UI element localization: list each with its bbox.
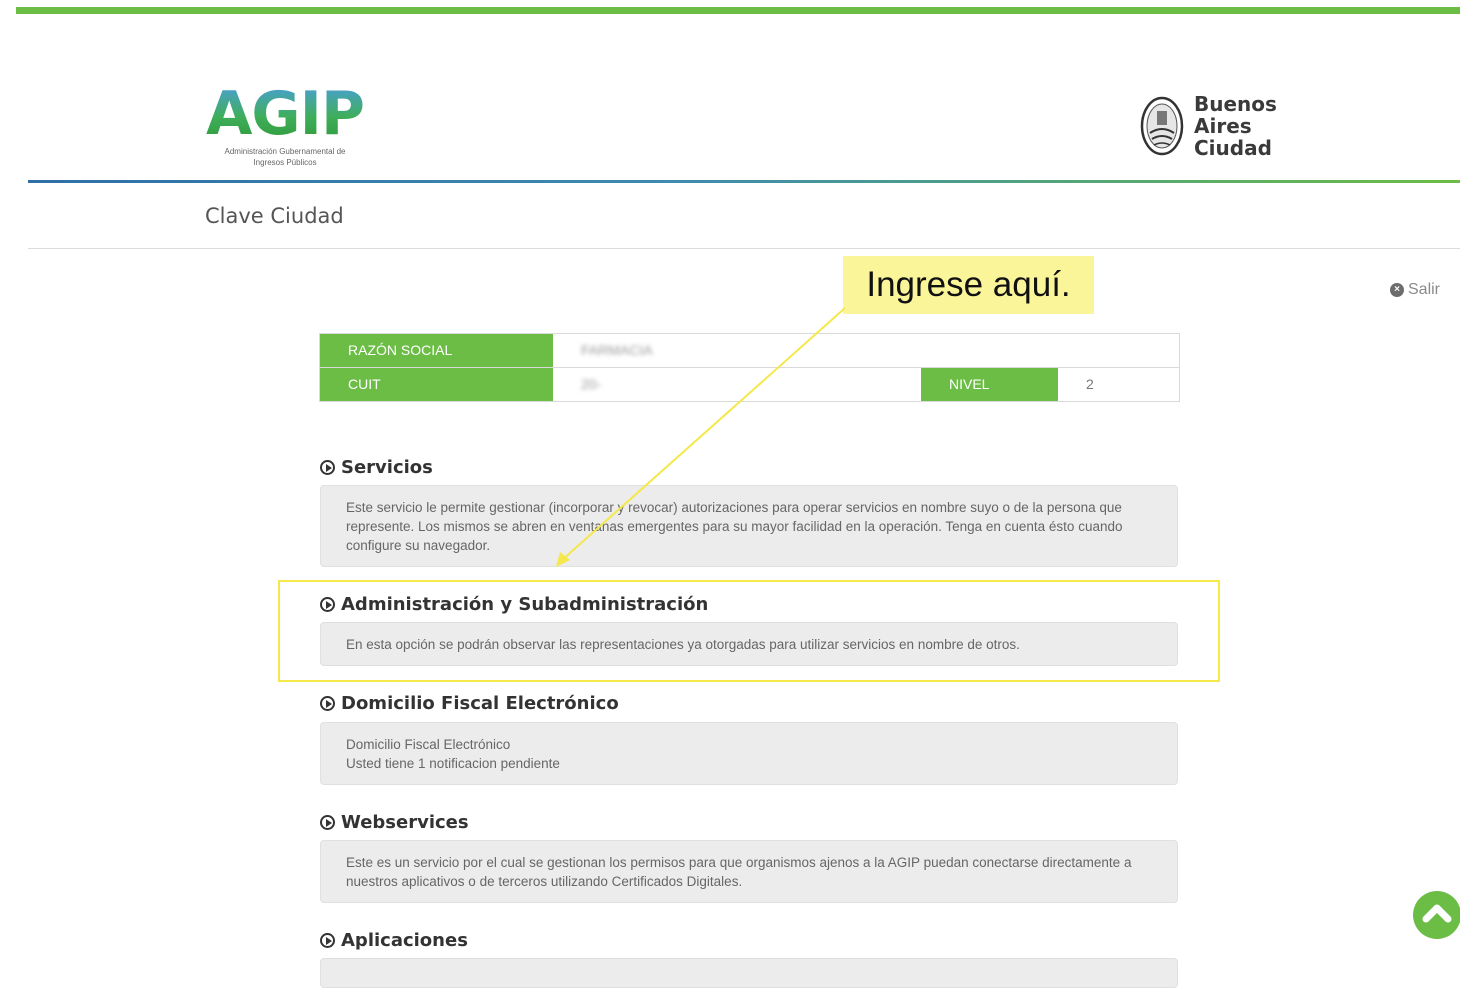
- logout-label: Salir: [1408, 281, 1441, 298]
- title-divider: [28, 248, 1460, 249]
- nivel-label: NIVEL: [921, 368, 1058, 401]
- highlight-box-annotation: [278, 580, 1220, 682]
- section-title: Servicios: [341, 457, 433, 478]
- domicilio-line-1: Domicilio Fiscal Electrónico: [346, 737, 511, 752]
- ba-logo-line-2: Aires: [1194, 114, 1252, 138]
- logout-link[interactable]: × Salir: [1390, 281, 1440, 299]
- scroll-to-top-button[interactable]: [1413, 891, 1460, 939]
- nivel-value: 2: [1086, 376, 1094, 392]
- section-title: Aplicaciones: [341, 930, 468, 951]
- section-domicilio-heading[interactable]: Domicilio Fiscal Electrónico: [320, 693, 619, 714]
- cuit-label: CUIT: [320, 368, 553, 401]
- ba-logo-line-3: Ciudad: [1194, 136, 1272, 160]
- section-servicios-heading[interactable]: Servicios: [320, 457, 433, 478]
- section-title: Domicilio Fiscal Electrónico: [341, 693, 619, 714]
- section-servicios-description: Este servicio le permite gestionar (inco…: [320, 485, 1178, 567]
- section-webservices-heading[interactable]: Webservices: [320, 812, 469, 833]
- chevron-up-icon: [1422, 904, 1452, 923]
- play-circle-icon: [320, 815, 335, 830]
- ba-logo-line-1: Buenos: [1194, 92, 1277, 116]
- close-circle-icon: ×: [1390, 283, 1404, 297]
- section-title: Webservices: [341, 812, 469, 833]
- city-seal-icon: [1140, 96, 1184, 156]
- play-circle-icon: [320, 933, 335, 948]
- buenos-aires-logo-text: Buenos Aires Ciudad: [1194, 93, 1277, 159]
- callout-annotation: Ingrese aquí.: [843, 256, 1094, 314]
- section-aplicaciones-heading[interactable]: Aplicaciones: [320, 930, 468, 951]
- agip-logo[interactable]: AGIP Administración Gubernamental de Ing…: [206, 84, 366, 174]
- play-circle-icon: [320, 460, 335, 475]
- agip-logo-subtitle: Administración Gubernamental de Ingresos…: [224, 147, 346, 167]
- buenos-aires-logo[interactable]: Buenos Aires Ciudad: [1140, 93, 1280, 163]
- top-accent-bar: [16, 7, 1460, 14]
- header-divider: [28, 180, 1460, 183]
- cuit-value: 20-: [581, 376, 602, 392]
- domicilio-notification[interactable]: Usted tiene 1 notificacion pendiente: [346, 754, 1152, 773]
- agip-logo-mark: AGIP: [206, 84, 366, 144]
- page-title: Clave Ciudad: [205, 204, 344, 228]
- razon-social-value: FARMACIA: [581, 342, 653, 358]
- section-webservices-description: Este es un servicio por el cual se gesti…: [320, 840, 1178, 903]
- section-aplicaciones-description: [320, 958, 1178, 988]
- razon-social-label: RAZÓN SOCIAL: [320, 334, 553, 367]
- play-circle-icon: [320, 696, 335, 711]
- taxpayer-info-table: RAZÓN SOCIAL FARMACIA CUIT 20- NIVEL 2: [319, 333, 1180, 402]
- section-domicilio-description: Domicilio Fiscal Electrónico Usted tiene…: [320, 722, 1178, 785]
